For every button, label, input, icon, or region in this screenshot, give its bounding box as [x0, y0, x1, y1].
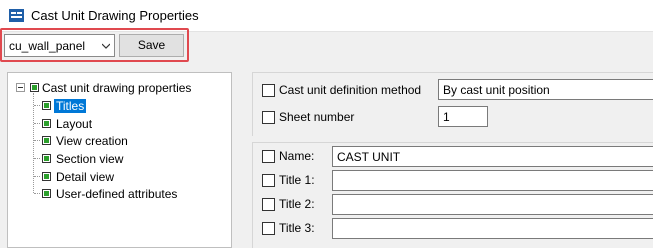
save-button[interactable]: Save	[119, 34, 184, 57]
check-icon[interactable]	[42, 136, 51, 145]
name-checkbox[interactable]	[262, 150, 275, 163]
check-icon[interactable]	[42, 101, 51, 110]
check-icon[interactable]	[42, 172, 51, 181]
tree-item-layout[interactable]: Layout	[56, 117, 92, 131]
tree-root-label[interactable]: Cast unit drawing properties	[42, 81, 191, 95]
check-icon[interactable]	[42, 154, 51, 163]
tree-connector	[34, 105, 40, 107]
window-title: Cast Unit Drawing Properties	[31, 8, 199, 23]
preset-value: cu_wall_panel	[9, 39, 86, 53]
title2-input[interactable]	[332, 194, 653, 215]
sheet-number-value: 1	[443, 110, 450, 124]
title2-checkbox[interactable]	[262, 198, 275, 211]
property-tree: Cast unit drawing properties Titles Layo…	[7, 72, 232, 248]
general-settings-panel: Cast unit definition method By cast unit…	[252, 72, 653, 136]
definition-method-label: Cast unit definition method	[279, 83, 422, 97]
sheet-number-label: Sheet number	[279, 110, 355, 124]
title1-input[interactable]	[332, 170, 653, 191]
name-input[interactable]: CAST UNIT	[332, 146, 653, 167]
definition-method-value: By cast unit position	[443, 83, 550, 97]
tree-item-user-defined-attributes[interactable]: User-defined attributes	[56, 187, 177, 201]
tree-connector	[34, 193, 40, 195]
name-label: Name:	[279, 149, 315, 163]
check-icon[interactable]	[42, 189, 51, 198]
tree-connector	[34, 123, 40, 125]
tree-connector	[34, 176, 40, 178]
check-icon[interactable]	[30, 83, 39, 92]
title3-label: Title 3:	[279, 221, 315, 235]
title3-checkbox[interactable]	[262, 222, 275, 235]
tree-item-view-creation[interactable]: View creation	[56, 134, 128, 148]
name-value: CAST UNIT	[337, 150, 401, 164]
title1-label: Title 1:	[279, 173, 315, 187]
collapse-icon[interactable]	[16, 83, 25, 92]
tree-connector	[34, 158, 40, 160]
sheet-number-checkbox[interactable]	[262, 111, 275, 124]
tree-connector	[33, 93, 35, 193]
title1-checkbox[interactable]	[262, 174, 275, 187]
tree-item-detail-view[interactable]: Detail view	[56, 170, 114, 184]
definition-method-select[interactable]: By cast unit position	[438, 79, 653, 100]
titles-panel: Name: CAST UNIT Title 1: Title 2: Title …	[252, 142, 653, 248]
sheet-number-input[interactable]: 1	[438, 106, 488, 127]
app-icon	[9, 9, 24, 22]
check-icon[interactable]	[42, 119, 51, 128]
tree-item-section-view[interactable]: Section view	[56, 152, 123, 166]
tree-item-titles[interactable]: Titles	[54, 99, 87, 113]
definition-method-checkbox[interactable]	[262, 84, 275, 97]
title2-label: Title 2:	[279, 197, 315, 211]
tree-connector	[34, 140, 40, 142]
preset-select[interactable]: cu_wall_panel	[4, 34, 115, 57]
title3-input[interactable]	[332, 218, 653, 239]
chevron-down-icon[interactable]	[102, 43, 110, 49]
